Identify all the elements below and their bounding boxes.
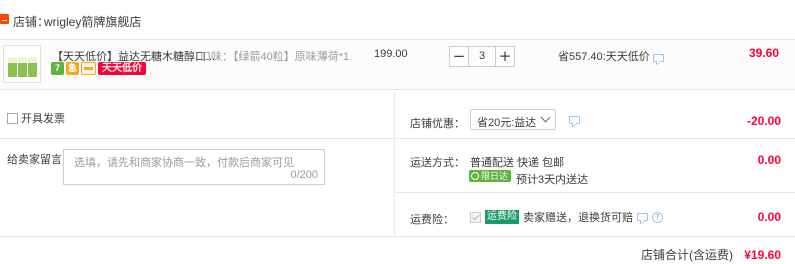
item-discount-info: 省557.40:天天低价 xyxy=(558,48,664,64)
divider xyxy=(396,138,795,139)
shop-subtotal-value: ¥19.60 xyxy=(744,248,781,262)
order-options: 开具发票 给卖家留言： 选填，请先和商家协商一致，付款后商家可见 0/200 店… xyxy=(0,91,795,264)
shop-coupon-label: 店铺优惠： xyxy=(410,118,465,130)
card-payment-icon[interactable] xyxy=(81,62,96,75)
chevron-down-icon xyxy=(540,112,551,123)
product-bottle-image xyxy=(28,57,37,77)
item-discount-text: 省557.40:天天低价 xyxy=(558,51,650,63)
shop-coupon-selected: 省20元:益达 xyxy=(477,117,537,129)
shipping-tag: 限日达 xyxy=(469,170,512,182)
chat-icon[interactable] xyxy=(637,213,648,221)
divider xyxy=(0,138,395,139)
seller-message-counter: 0/200 xyxy=(290,169,318,181)
shop-coupon-amount: -20.00 xyxy=(746,114,781,128)
seller-message-placeholder: 选填，请先和商家协商一致，付款后商家可见 xyxy=(74,157,294,169)
divider xyxy=(0,236,795,237)
shipping-label: 运送方式： xyxy=(410,157,465,169)
chat-icon[interactable] xyxy=(569,116,580,124)
service-badges: 7 急 天天低价 xyxy=(51,62,146,75)
insurance-text: 卖家赠送，退换货可赔 xyxy=(523,212,633,224)
unit-price: 199.00 xyxy=(374,48,408,60)
shipping-method: 普通配送 快递 包邮 xyxy=(470,157,565,169)
shipping-eta: 预计3天内送达 xyxy=(516,174,589,186)
insurance-tag: 运费险 xyxy=(485,210,519,224)
shipping-insurance: 运费险 卖家赠送，退换货可赔 ? xyxy=(470,209,663,225)
insurance-checkbox[interactable] xyxy=(470,211,481,223)
shop-icon xyxy=(0,14,9,24)
product-bottle-image xyxy=(18,57,27,77)
seven-day-return-badge[interactable]: 7 xyxy=(51,62,64,75)
quantity-decrease-button[interactable]: − xyxy=(449,46,469,67)
help-icon[interactable]: ? xyxy=(652,211,663,223)
shipping-amount: 0.00 xyxy=(757,153,781,167)
invoice-option[interactable]: 开具发票 xyxy=(7,110,65,126)
invoice-checkbox[interactable] xyxy=(7,112,18,124)
seller-message-textarea[interactable]: 选填，请先和商家协商一致，付款后商家可见 0/200 xyxy=(63,149,325,185)
quantity-stepper: − 3 + xyxy=(449,46,515,67)
fast-ship-badge[interactable]: 急 xyxy=(66,62,79,75)
product-bottle-image xyxy=(8,57,17,77)
shop-subtotal: 店铺合计(含运费) ¥19.60 xyxy=(641,246,781,263)
quantity-input[interactable]: 3 xyxy=(469,46,495,67)
buyer-options-panel: 开具发票 给卖家留言： 选填，请先和商家协商一致，付款后商家可见 0/200 xyxy=(0,91,395,236)
promo-badge: 天天低价 xyxy=(98,62,146,75)
item-total-price: 39.60 xyxy=(748,46,779,60)
divider xyxy=(396,192,795,193)
shop-subtotal-label: 店铺合计(含运费) xyxy=(640,248,733,262)
quantity-increase-button[interactable]: + xyxy=(495,46,515,67)
insurance-amount: 0.00 xyxy=(757,210,781,224)
shop-name-link[interactable]: wrigley箭牌旗舰店 xyxy=(44,13,141,30)
chat-icon[interactable] xyxy=(652,54,664,62)
insurance-label: 运费险： xyxy=(410,214,454,226)
order-item-row: 【天天低价】益达无糖木糖醇口... 口味：【绿箭40粒】原味薄荷*1. 7 急 … xyxy=(0,40,795,90)
shop-coupon-select[interactable]: 省20元:益达 xyxy=(470,109,556,130)
product-sku: 口味：【绿箭40粒】原味薄荷*1. xyxy=(200,51,353,63)
invoice-label: 开具发票 xyxy=(21,113,65,125)
shop-header: 店铺： wrigley箭牌旗舰店 xyxy=(0,0,795,40)
product-thumbnail[interactable] xyxy=(3,45,41,83)
